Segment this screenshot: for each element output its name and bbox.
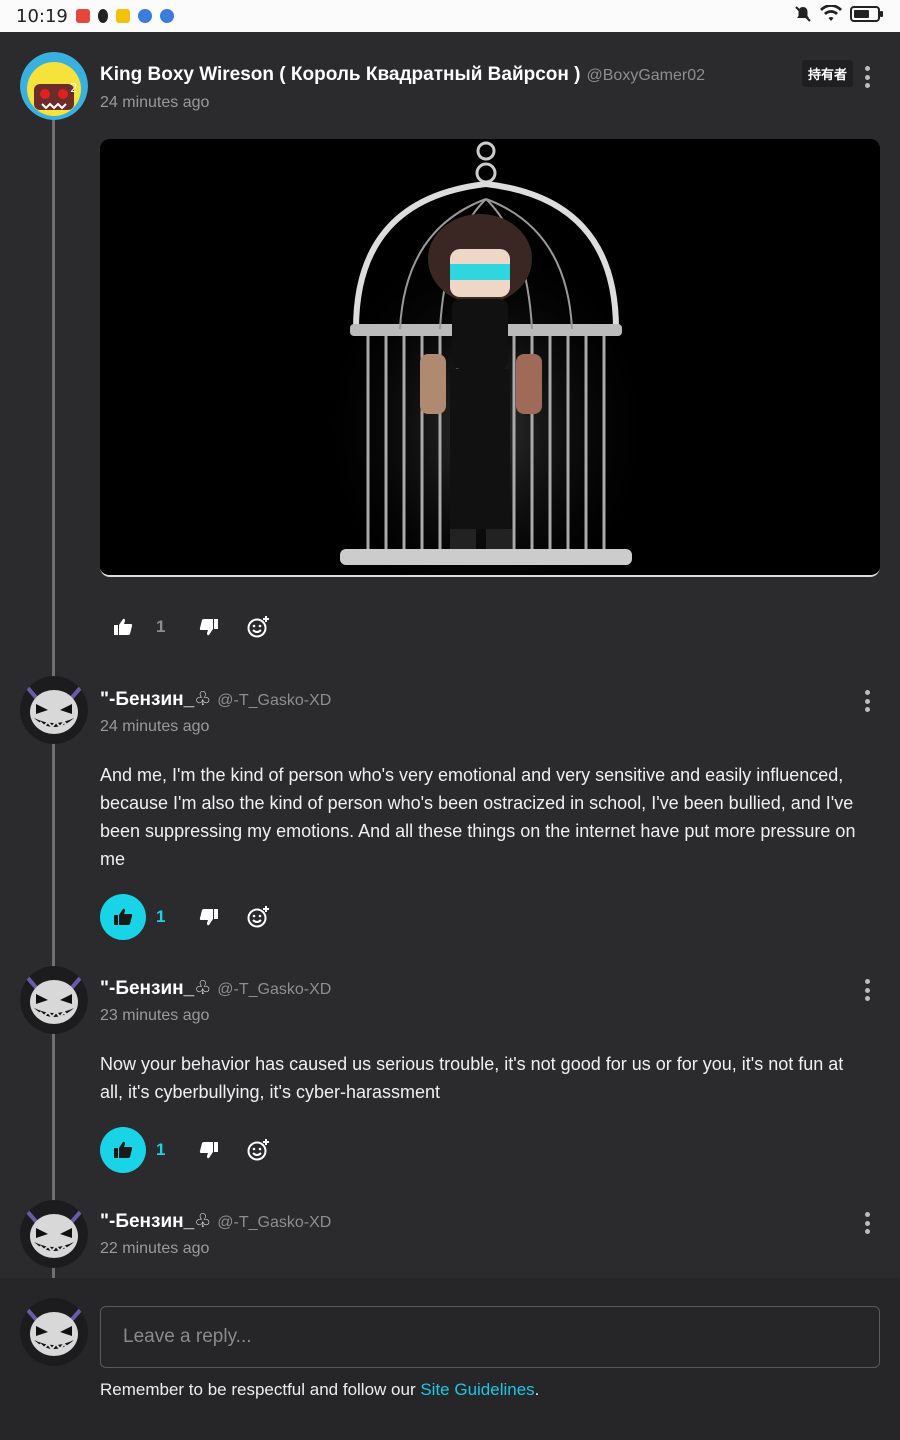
add-reaction-button[interactable] bbox=[236, 604, 282, 650]
site-guidelines-link[interactable]: Site Guidelines bbox=[420, 1380, 534, 1399]
comment-image[interactable] bbox=[100, 139, 880, 577]
mute-icon bbox=[795, 6, 811, 22]
add-emoji-icon bbox=[247, 906, 269, 928]
dislike-button[interactable] bbox=[186, 604, 232, 650]
paw-icon bbox=[137, 9, 152, 23]
like-count: 1 bbox=[156, 1140, 166, 1159]
wifi-icon bbox=[820, 5, 842, 21]
author-name[interactable]: "-Бензин_♧ bbox=[100, 1211, 211, 1232]
avatar[interactable] bbox=[20, 966, 88, 1034]
author-handle[interactable]: @-T_Gasko-XD bbox=[217, 981, 331, 998]
comment-author[interactable]: "-Бензин_♧ @-T_Gasko-XD bbox=[100, 1210, 331, 1233]
more-options-icon[interactable] bbox=[864, 1212, 870, 1234]
timestamp: 24 minutes ago bbox=[100, 94, 210, 111]
author-name[interactable]: "-Бензин_♧ bbox=[100, 978, 211, 999]
more-options-icon[interactable] bbox=[864, 66, 870, 88]
more-options-icon[interactable] bbox=[864, 690, 870, 712]
add-emoji-icon bbox=[247, 1139, 269, 1161]
status-bar: 10:19 bbox=[0, 0, 900, 32]
guidelines-period: . bbox=[534, 1380, 540, 1399]
avatar[interactable] bbox=[20, 1200, 88, 1268]
add-reaction-button[interactable] bbox=[236, 894, 282, 940]
thumbs-up-icon bbox=[114, 618, 133, 635]
add-reaction-button[interactable] bbox=[236, 1127, 282, 1173]
svg-text:2: 2 bbox=[70, 81, 78, 95]
thumbs-up-icon bbox=[114, 908, 133, 925]
timestamp: 22 minutes ago bbox=[100, 1240, 210, 1257]
owner-badge: 持有者 bbox=[801, 60, 853, 87]
comment-text: Now your behavior has caused us serious … bbox=[100, 1054, 844, 1102]
thumbs-up-icon bbox=[114, 1141, 133, 1158]
comment-author[interactable]: "-Бензин_♧ @-T_Gasko-XD bbox=[100, 688, 331, 711]
timestamp: 23 minutes ago bbox=[100, 1007, 210, 1024]
paw-icon-2 bbox=[159, 9, 174, 23]
status-time: 10:19 bbox=[16, 5, 68, 27]
comment-author[interactable]: "-Бензин_♧ @-T_Gasko-XD bbox=[100, 977, 331, 1000]
like-button[interactable] bbox=[100, 604, 146, 650]
battery-icon bbox=[850, 6, 883, 22]
comment-actions: 1 bbox=[100, 894, 282, 940]
avatar[interactable]: 2 bbox=[20, 52, 88, 120]
qq-icon bbox=[97, 9, 108, 23]
mail-icon bbox=[115, 9, 130, 23]
thumbs-down-icon bbox=[199, 1142, 218, 1159]
reply-footer: Remember to be respectful and follow our… bbox=[0, 1278, 900, 1440]
dislike-button[interactable] bbox=[186, 894, 232, 940]
like-count: 1 bbox=[156, 907, 166, 926]
comment-text: And me, I'm the kind of person who's ver… bbox=[100, 765, 856, 869]
author-name[interactable]: "-Бензин_♧ bbox=[100, 689, 211, 710]
author-handle[interactable]: @BoxyGamer02 bbox=[587, 67, 706, 84]
app-notification-icon bbox=[75, 9, 90, 23]
like-count: 1 bbox=[156, 617, 166, 636]
author-handle[interactable]: @-T_Gasko-XD bbox=[217, 1214, 331, 1231]
guidelines-notice: Remember to be respectful and follow our… bbox=[100, 1380, 539, 1400]
thumbs-down-icon bbox=[199, 909, 218, 926]
author-handle[interactable]: @-T_Gasko-XD bbox=[217, 692, 331, 709]
thumbs-down-icon bbox=[199, 619, 218, 636]
reply-input[interactable] bbox=[100, 1306, 880, 1368]
author-name[interactable]: King Boxy Wireson ( Король Квадратный Ва… bbox=[100, 64, 581, 85]
guidelines-text: Remember to be respectful and follow our bbox=[100, 1380, 421, 1399]
like-button[interactable] bbox=[100, 894, 146, 940]
like-button[interactable] bbox=[100, 1127, 146, 1173]
avatar[interactable] bbox=[20, 676, 88, 744]
add-emoji-icon bbox=[247, 616, 269, 638]
timestamp: 24 minutes ago bbox=[100, 718, 210, 735]
current-user-avatar bbox=[20, 1298, 88, 1366]
comment-author[interactable]: King Boxy Wireson ( Король Квадратный Ва… bbox=[100, 64, 705, 86]
comment-actions: 1 bbox=[100, 604, 282, 650]
more-options-icon[interactable] bbox=[864, 979, 870, 1001]
comment-actions: 1 bbox=[100, 1127, 282, 1173]
dislike-button[interactable] bbox=[186, 1127, 232, 1173]
